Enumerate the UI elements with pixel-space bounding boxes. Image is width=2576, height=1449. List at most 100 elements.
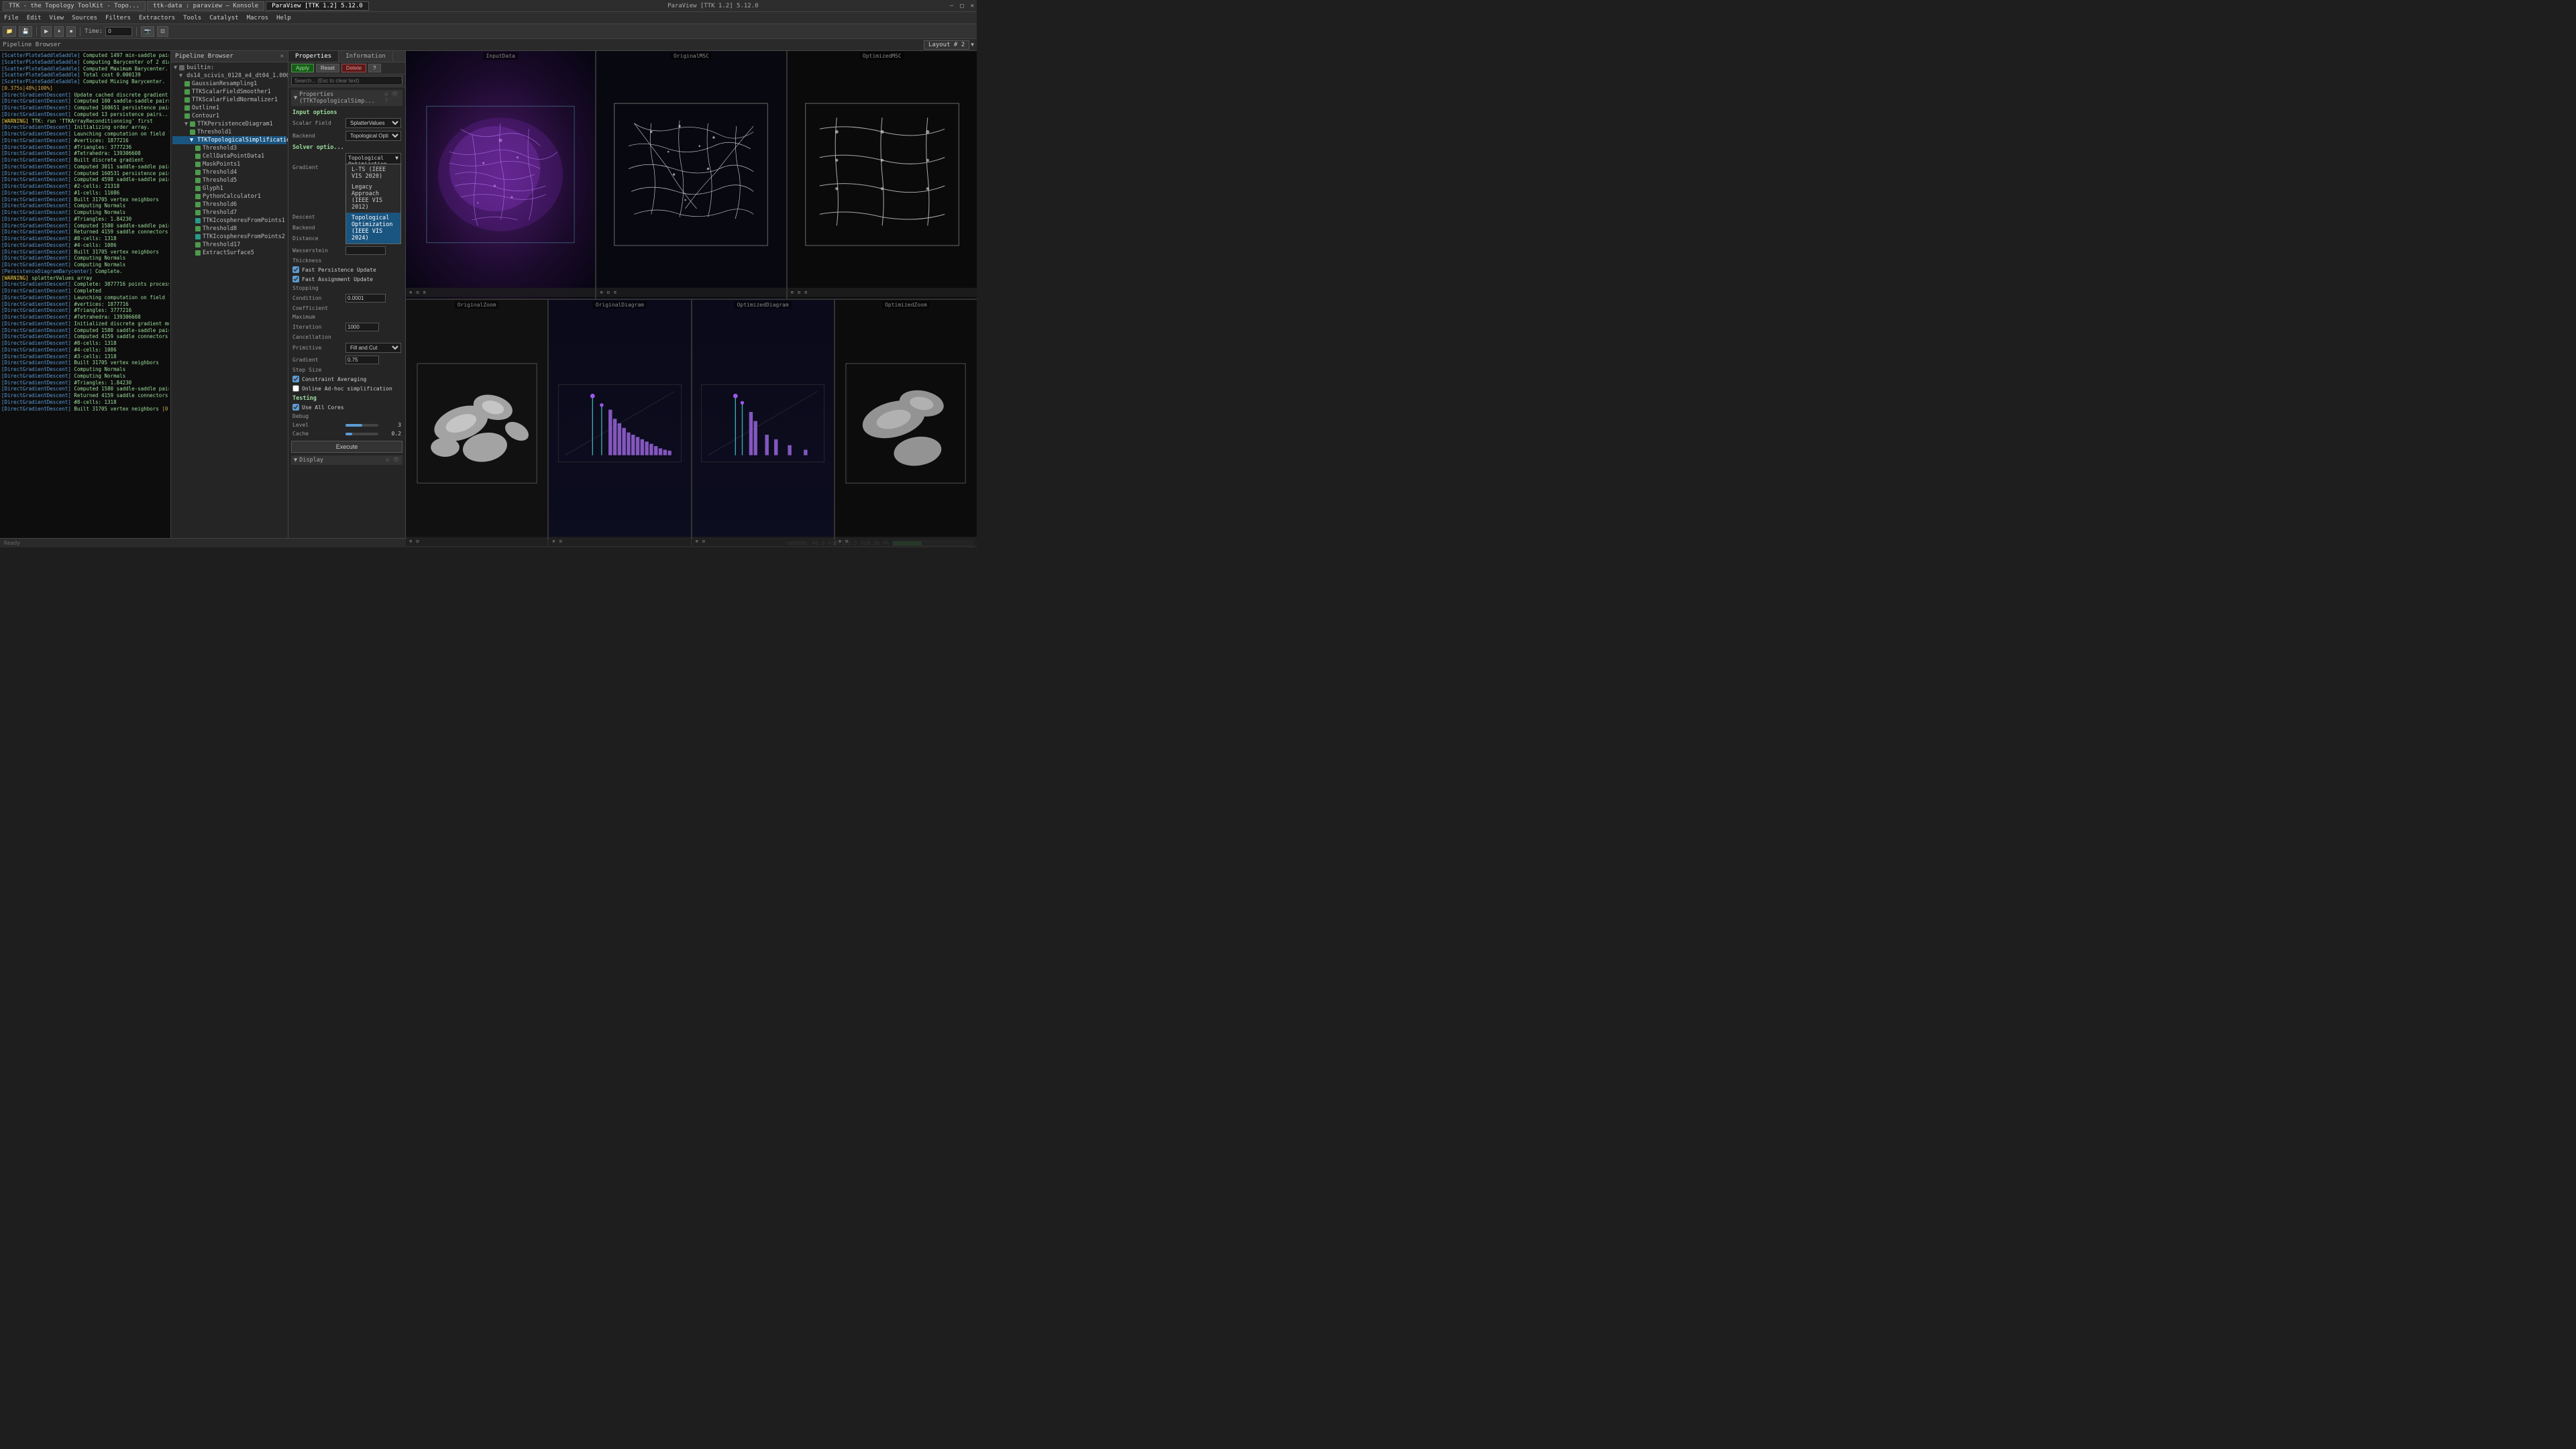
tree-item-builtin[interactable]: ▼ builtin: <box>172 64 286 72</box>
close-btn[interactable]: ✕ <box>971 3 974 9</box>
pipeline-close-icon[interactable]: ✕ <box>280 53 284 60</box>
vp-fit-icon[interactable]: ⊡ <box>701 539 706 544</box>
props-content[interactable]: ▼ Properties (TTKTopologicalSimp... ⚙ 👁 … <box>288 87 405 547</box>
help-button[interactable]: ? <box>368 64 380 72</box>
vp-orient-icon[interactable]: ⊕ <box>408 539 413 544</box>
cache-slider[interactable] <box>345 433 378 435</box>
tree-item-threshold6[interactable]: Threshold6 <box>172 201 286 209</box>
menu-sources[interactable]: Sources <box>72 15 97 21</box>
menu-tools[interactable]: Tools <box>183 15 201 21</box>
tree-item-python[interactable]: PythonCalculator1 <box>172 193 286 201</box>
vp-menu-icon[interactable]: ≡ <box>803 290 808 295</box>
dropdown-item-lts[interactable]: L-TS (IEEE VIS 2020) <box>346 164 400 182</box>
reset-button[interactable]: Reset <box>316 64 339 72</box>
tree-item-glyph1[interactable]: Glyph1 <box>172 184 286 193</box>
display-icons[interactable]: ⚙ 👁 <box>386 457 400 464</box>
pause-button[interactable]: ⏸ <box>54 26 64 37</box>
primitive-select[interactable]: Fill and Cut <box>345 343 401 353</box>
vp-fit-icon[interactable]: ⊡ <box>606 290 611 295</box>
vp-fit-icon[interactable]: ⊡ <box>796 290 802 295</box>
iteration-input[interactable] <box>345 323 379 331</box>
tree-item-icospheres2[interactable]: TTKIcospheresFromPoints2 <box>172 233 286 241</box>
tree-item-threshold8[interactable]: Threshold8 <box>172 225 286 233</box>
tree-item-threshold1[interactable]: Threshold1 <box>172 128 286 136</box>
tree-item-normalizer[interactable]: TTKScalarFieldNormalizer1 <box>172 96 286 104</box>
use-all-cores-checkbox[interactable] <box>292 404 299 411</box>
vp-orient-icon[interactable]: ⊕ <box>408 290 413 295</box>
vp-menu-icon[interactable]: ≡ <box>421 290 427 295</box>
maximize-btn[interactable]: □ <box>960 3 963 9</box>
fast-assignment-checkbox[interactable] <box>292 276 299 282</box>
tree-item-persistence[interactable]: ▼ TTKPersistenceDiagram1 <box>172 120 286 128</box>
pipeline-tree[interactable]: ▼ builtin: ▼ ds14_scivis_0128_e4_dt04_1.… <box>171 62 288 547</box>
layout-dropdown-icon[interactable]: ▼ <box>971 42 974 48</box>
section-icons[interactable]: ⚙ 👁 ? <box>384 91 400 105</box>
tree-item-celldatapoint[interactable]: CellDataPointData1 <box>172 152 286 160</box>
time-input[interactable] <box>105 27 132 36</box>
vp-fit-icon[interactable]: ⊡ <box>415 539 420 544</box>
vp-fit-icon[interactable]: ⊡ <box>844 539 849 544</box>
apply-button[interactable]: Apply <box>291 64 314 72</box>
tree-item-smoother[interactable]: TTKScalarFieldSmoother1 <box>172 88 286 96</box>
layout-select[interactable]: Layout # 2 <box>924 40 969 50</box>
tree-item-ds14[interactable]: ▼ ds14_scivis_0128_e4_dt04_1.0000.vtp <box>172 72 286 80</box>
tree-item-gaussian[interactable]: GaussianResampling1 <box>172 80 286 88</box>
minimize-btn[interactable]: — <box>950 3 953 9</box>
menu-macros[interactable]: Macros <box>247 15 269 21</box>
menu-view[interactable]: View <box>49 15 64 21</box>
menu-extractors[interactable]: Extractors <box>139 15 175 21</box>
menu-edit[interactable]: Edit <box>27 15 42 21</box>
vp-menu-icon[interactable]: ≡ <box>612 290 618 295</box>
tree-item-threshold3[interactable]: Threshold3 <box>172 144 286 152</box>
vp-orient-icon[interactable]: ⊕ <box>837 539 843 544</box>
vp-fit-icon[interactable]: ⊡ <box>557 539 563 544</box>
reset-camera-button[interactable]: ⊡ <box>157 26 168 37</box>
wasserstein-input[interactable] <box>345 246 386 255</box>
search-input[interactable] <box>291 76 402 85</box>
menu-file[interactable]: File <box>4 15 19 21</box>
viewport-optimized-diagram[interactable]: OptimizedDiagram <box>692 300 835 547</box>
tab-ttk[interactable]: TTK - the Topology ToolKit - Topo... <box>3 1 146 11</box>
play-button[interactable]: ▶ <box>41 26 52 37</box>
tree-item-extract[interactable]: ExtractSurface5 <box>172 249 286 257</box>
display-section-header[interactable]: ▼ Display ⚙ 👁 <box>291 455 402 465</box>
tree-item-threshold5[interactable]: Threshold5 <box>172 176 286 184</box>
console-panel[interactable]: [ScatterPloteSaddleSaddle] Computed 1497… <box>0 51 171 547</box>
constraint-averaging-checkbox[interactable] <box>292 376 299 382</box>
level-slider[interactable] <box>345 424 378 427</box>
save-button[interactable]: 💾 <box>19 26 32 37</box>
vp-orient-icon[interactable]: ⊕ <box>551 539 556 544</box>
props-section-header[interactable]: ▼ Properties (TTKTopologicalSimp... ⚙ 👁 … <box>291 90 402 106</box>
condition-input[interactable] <box>345 294 386 303</box>
vp-orient-icon[interactable]: ⊕ <box>694 539 700 544</box>
open-button[interactable]: 📁 <box>3 26 16 37</box>
viewport-original-diagram[interactable]: OriginalDiagram <box>549 300 692 547</box>
dropdown-item-topo[interactable]: Topological Optimization (IEEE VIS 2024) <box>346 213 400 244</box>
fast-persistence-checkbox[interactable] <box>292 266 299 273</box>
tab-paraview[interactable]: ParaView [TTK 1.2] 5.12.0 <box>266 1 368 11</box>
gradient2-input[interactable] <box>345 356 379 364</box>
backend-select[interactable]: Topological Optimization (IEEE VIS 2024) <box>345 131 401 141</box>
vp-fit-icon[interactable]: ⊡ <box>415 290 420 295</box>
menu-help[interactable]: Help <box>276 15 291 21</box>
tree-item-topological-simp[interactable]: ▼ TTKTopologicalSimplification1 <box>172 136 286 144</box>
viewport-original-zoom[interactable]: OriginalZoom <box>406 300 549 547</box>
online-adhoc-checkbox[interactable] <box>292 385 299 392</box>
stop-button[interactable]: ⏹ <box>66 26 76 37</box>
tree-item-threshold17[interactable]: Threshold17 <box>172 241 286 249</box>
vp-orient-icon[interactable]: ⊕ <box>790 290 795 295</box>
execute-button[interactable]: Execute <box>291 441 402 453</box>
scalar-field-select[interactable]: SplatterValues <box>345 118 401 128</box>
tree-item-threshold7[interactable]: Threshold7 <box>172 209 286 217</box>
viewport-original-msc[interactable]: OriginalMSC <box>596 51 787 299</box>
tree-item-threshold4[interactable]: Threshold4 <box>172 168 286 176</box>
window-controls[interactable]: — □ ✕ <box>950 3 974 9</box>
viewport-optimized-msc[interactable]: OptimizedMSC <box>788 51 977 299</box>
delete-button[interactable]: Delete <box>341 64 366 72</box>
vp-orient-icon[interactable]: ⊕ <box>598 290 604 295</box>
camera-button[interactable]: 📷 <box>141 26 154 37</box>
menu-catalyst[interactable]: Catalyst <box>209 15 238 21</box>
viewport-input-data[interactable]: InputData <box>406 51 596 299</box>
tab-konsole[interactable]: ttk-data : paraview — Konsole <box>147 1 264 11</box>
tree-item-outline1[interactable]: Outline1 <box>172 104 286 112</box>
